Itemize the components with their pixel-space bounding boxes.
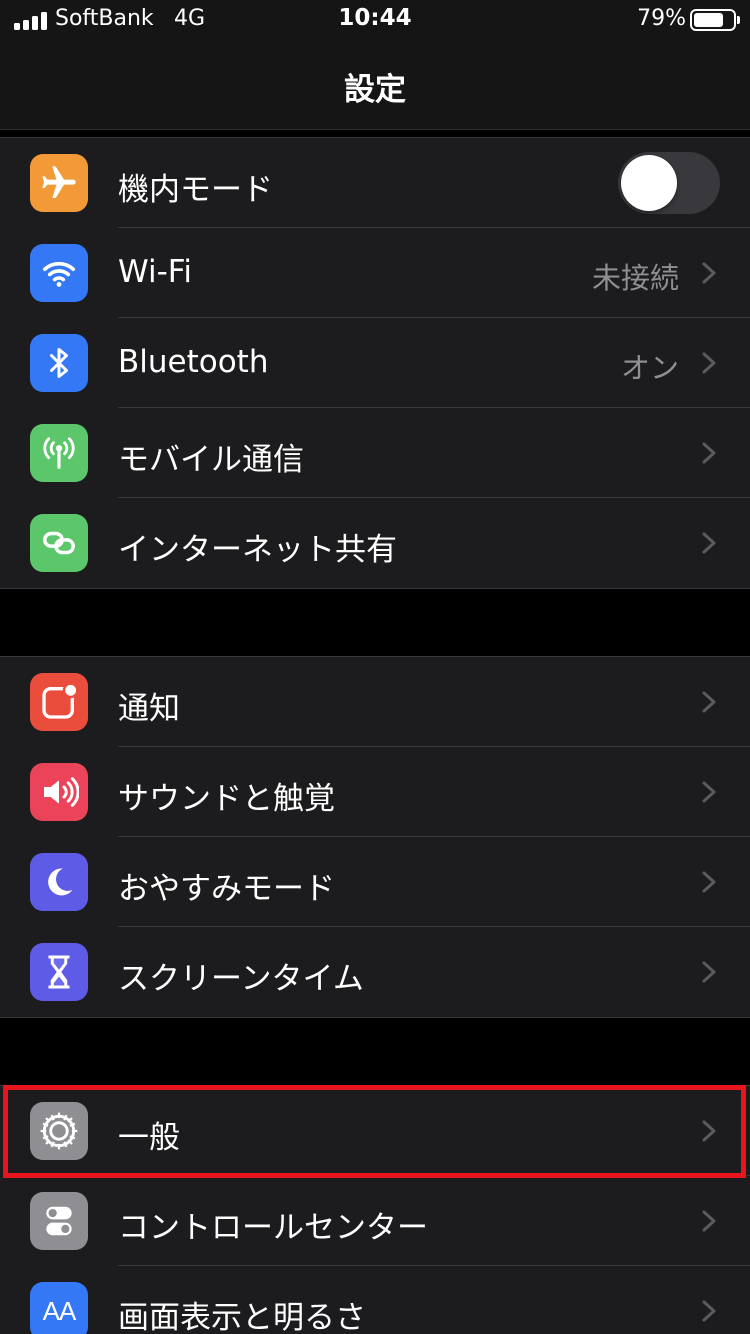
bluetooth-icon [30,334,88,392]
chevron-right-icon [702,442,716,464]
settings-row-label: 一般 [118,1120,180,1156]
gear-icon [30,1102,88,1160]
settings-row-label: サウンドと触覚 [118,781,335,817]
settings-row-label: モバイル通信 [118,442,304,478]
text-size-glyph: AA [42,1295,77,1326]
settings-row-label: インターネット共有 [118,532,397,568]
airplane-mode-toggle[interactable] [618,152,720,214]
settings-row-wifi[interactable]: Wi-Fi 未接続 [0,228,750,318]
settings-row-notifications[interactable]: 通知 [0,657,750,747]
settings-row-label: Wi-Fi [118,254,192,290]
chevron-right-icon [702,1300,716,1322]
chevron-right-icon [702,691,716,713]
cellular-antenna-icon [30,424,88,482]
settings-row-label: 機内モード [118,172,273,208]
settings-row-label: Bluetooth [118,344,269,380]
wifi-icon [30,244,88,302]
settings-row-screen-time[interactable]: スクリーンタイム [0,927,750,1017]
settings-row-label: おやすみモード [118,871,335,907]
settings-row-sounds-haptics[interactable]: サウンドと触覚 [0,747,750,837]
settings-group-connectivity: 機内モード Wi-Fi 未接続 Bluetooth オン モバイル通信 インター… [0,137,750,589]
settings-row-cellular[interactable]: モバイル通信 [0,408,750,498]
moon-icon [30,853,88,911]
bluetooth-status-value: オン [620,351,679,385]
status-bar: SoftBank 4G 10:44 79% [0,0,750,40]
link-chain-icon [30,514,88,572]
notification-icon [30,673,88,731]
settings-group-notifications: 通知 サウンドと触覚 おやすみモード スクリーンタイム [0,656,750,1018]
settings-row-label: スクリーンタイム [118,961,364,997]
chevron-right-icon [702,532,716,554]
settings-row-label: 通知 [118,691,180,727]
toggles-icon [30,1192,88,1250]
settings-group-general: 一般 コントロールセンター AA 画面表示と明るさ [0,1085,750,1334]
chevron-right-icon [702,262,716,284]
wifi-status-value: 未接続 [591,261,679,295]
settings-row-airplane-mode: 機内モード [0,138,750,228]
hourglass-icon [30,943,88,1001]
navigation-bar: 設定 [0,40,750,130]
chevron-right-icon [702,781,716,803]
settings-row-do-not-disturb[interactable]: おやすみモード [0,837,750,927]
toggle-knob [621,155,677,211]
settings-row-control-center[interactable]: コントロールセンター [0,1176,750,1266]
speaker-icon [30,763,88,821]
chevron-right-icon [702,1120,716,1142]
text-size-icon: AA [30,1282,88,1334]
battery-icon [690,9,740,31]
chevron-right-icon [702,1210,716,1232]
battery-percentage: 79% [637,6,686,31]
settings-row-display-brightness[interactable]: AA 画面表示と明るさ [0,1266,750,1334]
chevron-right-icon [702,352,716,374]
page-title: 設定 [344,72,406,108]
settings-row-general[interactable]: 一般 [0,1086,750,1176]
settings-row-label: 画面表示と明るさ [118,1300,366,1334]
chevron-right-icon [702,871,716,893]
settings-row-bluetooth[interactable]: Bluetooth オン [0,318,750,408]
settings-row-personal-hotspot[interactable]: インターネット共有 [0,498,750,588]
chevron-right-icon [702,961,716,983]
airplane-icon [30,154,88,212]
settings-row-label: コントロールセンター [118,1210,428,1246]
